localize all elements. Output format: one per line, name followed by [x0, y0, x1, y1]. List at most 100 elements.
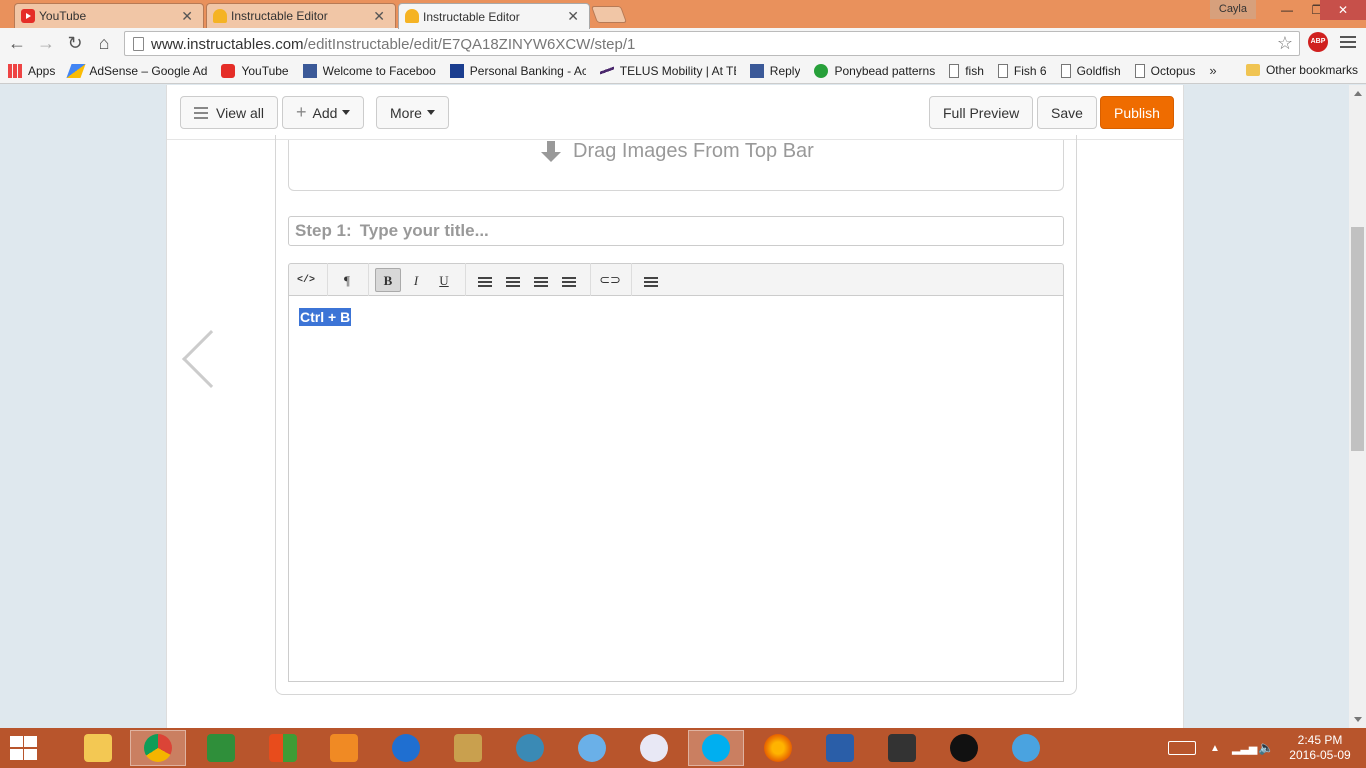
forward-arrow-icon[interactable]: →	[34, 31, 58, 55]
webcam-app-icon[interactable]	[874, 730, 930, 766]
safari-icon[interactable]	[998, 730, 1054, 766]
bookmark-goldfish[interactable]: Goldfish	[1060, 63, 1121, 78]
editor-page: View all + Add More Full Preview Save Pub…	[166, 85, 1184, 728]
tab-instructable-editor-active[interactable]: Instructable Editor ✕	[398, 3, 590, 29]
save-button[interactable]: Save	[1037, 96, 1097, 129]
minimize-icon[interactable]: —	[1272, 0, 1302, 20]
tab-youtube[interactable]: YouTube ✕	[14, 3, 204, 28]
step-title-placeholder: Type your title...	[359, 221, 489, 240]
file-explorer-icon[interactable]	[70, 730, 126, 766]
address-bar[interactable]: www.instructables.com/editInstructable/e…	[124, 31, 1300, 56]
media-player-icon[interactable]	[936, 730, 992, 766]
adsense-icon	[66, 63, 86, 78]
browser-toolbar: ← → ↻ ⌂ www.instructables.com/editInstru…	[0, 28, 1366, 58]
folder-icon	[1245, 64, 1260, 76]
bookmark-personal-banking[interactable]: Personal Banking - Ac	[449, 63, 586, 78]
bookmark-reply[interactable]: Reply	[749, 63, 800, 78]
bookmark-facebook[interactable]: Welcome to Faceboo	[302, 63, 436, 78]
indent-icon	[562, 276, 576, 287]
step-body-editor[interactable]: Ctrl + B	[288, 296, 1064, 682]
link-button[interactable]: ⊂⊃	[597, 268, 623, 292]
link-icon: ⊂⊃	[599, 272, 621, 288]
reload-icon[interactable]: ↻	[63, 31, 87, 55]
scroll-thumb[interactable]	[1351, 227, 1364, 451]
tray-expand-icon[interactable]: ▲	[1210, 728, 1220, 768]
remote-desktop-icon[interactable]	[812, 730, 868, 766]
drop-zone-label: Drag Images From Top Bar	[573, 140, 814, 162]
scroll-down-icon[interactable]	[1354, 717, 1362, 722]
bookmark-fish-6[interactable]: Fish 6	[997, 63, 1047, 78]
bookmark-star-icon[interactable]: ☆	[1277, 33, 1293, 54]
paragraph-format-button[interactable]: ¶	[334, 268, 360, 292]
more-button[interactable]: More	[376, 96, 449, 129]
bullet-list-button[interactable]	[472, 268, 498, 292]
outdent-button[interactable]	[528, 268, 554, 292]
bookmark-telus[interactable]: TELUS Mobility | At TE	[599, 63, 736, 78]
profile-name[interactable]: Cayla	[1209, 0, 1256, 19]
close-icon[interactable]: ✕	[373, 8, 385, 25]
view-all-button[interactable]: View all	[180, 96, 278, 129]
full-preview-button[interactable]: Full Preview	[929, 96, 1034, 129]
bookmark-youtube[interactable]: YouTube	[221, 63, 289, 78]
itunes-icon[interactable]	[626, 730, 682, 766]
keyboard-icon[interactable]	[1168, 728, 1196, 768]
step-title-input[interactable]: Step 1: Type your title...	[288, 216, 1064, 246]
numbered-list-icon	[506, 276, 520, 287]
bookmark-fish[interactable]: fish	[949, 63, 984, 78]
close-icon[interactable]: ✕	[181, 8, 193, 25]
back-arrow-icon[interactable]: ←	[5, 31, 29, 55]
malwarebytes-icon[interactable]	[378, 730, 434, 766]
signal-icon[interactable]: ▂▃▅	[1232, 728, 1257, 768]
video-player-icon[interactable]	[316, 730, 372, 766]
instructables-icon	[213, 9, 227, 23]
chrome-menu-icon[interactable]	[1340, 33, 1356, 51]
firefox-icon[interactable]	[750, 730, 806, 766]
museum-app-icon[interactable]	[440, 730, 496, 766]
numbered-list-button[interactable]	[500, 268, 526, 292]
wondershare-icon[interactable]	[193, 730, 249, 766]
other-bookmarks[interactable]: Other bookmarks	[1245, 63, 1358, 77]
ponybead-icon	[814, 63, 829, 78]
skype-icon[interactable]	[688, 730, 744, 766]
facebook-icon	[302, 63, 317, 78]
tab-instructable-editor[interactable]: Instructable Editor ✕	[206, 3, 396, 28]
bold-button[interactable]: B	[375, 267, 401, 292]
window-close-icon[interactable]: ✕	[1320, 0, 1366, 20]
bookmark-ponybead[interactable]: Ponybead patterns	[814, 63, 935, 78]
tab-label: Instructable Editor	[231, 9, 328, 23]
telus-icon	[599, 63, 614, 78]
volume-icon[interactable]: 🔈	[1258, 728, 1274, 768]
align-left-icon	[644, 276, 658, 287]
indent-button[interactable]	[556, 268, 582, 292]
bullet-list-icon	[478, 276, 492, 287]
movie-maker-icon[interactable]	[502, 730, 558, 766]
new-tab-button[interactable]	[590, 6, 628, 23]
windows-start-icon[interactable]	[8, 736, 38, 760]
previous-step-chevron-icon[interactable]	[197, 322, 233, 384]
snagit-icon[interactable]	[564, 730, 620, 766]
bookmark-apps[interactable]: Apps	[8, 63, 55, 78]
youtube-icon	[221, 63, 236, 78]
align-button[interactable]	[638, 268, 664, 292]
underline-button[interactable]: U	[431, 268, 457, 292]
bookmarks-overflow-button[interactable]: »	[1209, 63, 1216, 78]
bookmark-octopus[interactable]: Octopus	[1134, 63, 1195, 78]
scroll-up-icon[interactable]	[1354, 91, 1362, 96]
add-button[interactable]: + Add	[282, 96, 365, 129]
office-icon[interactable]	[255, 730, 311, 766]
publish-button[interactable]: Publish	[1100, 96, 1174, 129]
tab-label: Instructable Editor	[423, 9, 520, 24]
home-icon[interactable]: ⌂	[92, 31, 116, 55]
page-scrollbar[interactable]	[1349, 85, 1366, 728]
tab-label: YouTube	[39, 9, 87, 23]
close-icon[interactable]: ✕	[567, 8, 579, 25]
chrome-icon[interactable]	[130, 730, 186, 766]
bookmark-adsense[interactable]: AdSense – Google Ad	[66, 63, 207, 78]
html-code-button[interactable]: </>	[293, 268, 319, 292]
bank-icon	[449, 63, 464, 78]
adblock-icon[interactable]: ABP	[1308, 32, 1328, 52]
taskbar-clock[interactable]: 2:45 PM 2016-05-09	[1285, 733, 1355, 763]
selected-text[interactable]: Ctrl + B	[299, 308, 352, 326]
image-drop-zone[interactable]: Drag Images From Top Bar	[288, 140, 1064, 191]
italic-button[interactable]: I	[403, 268, 429, 292]
